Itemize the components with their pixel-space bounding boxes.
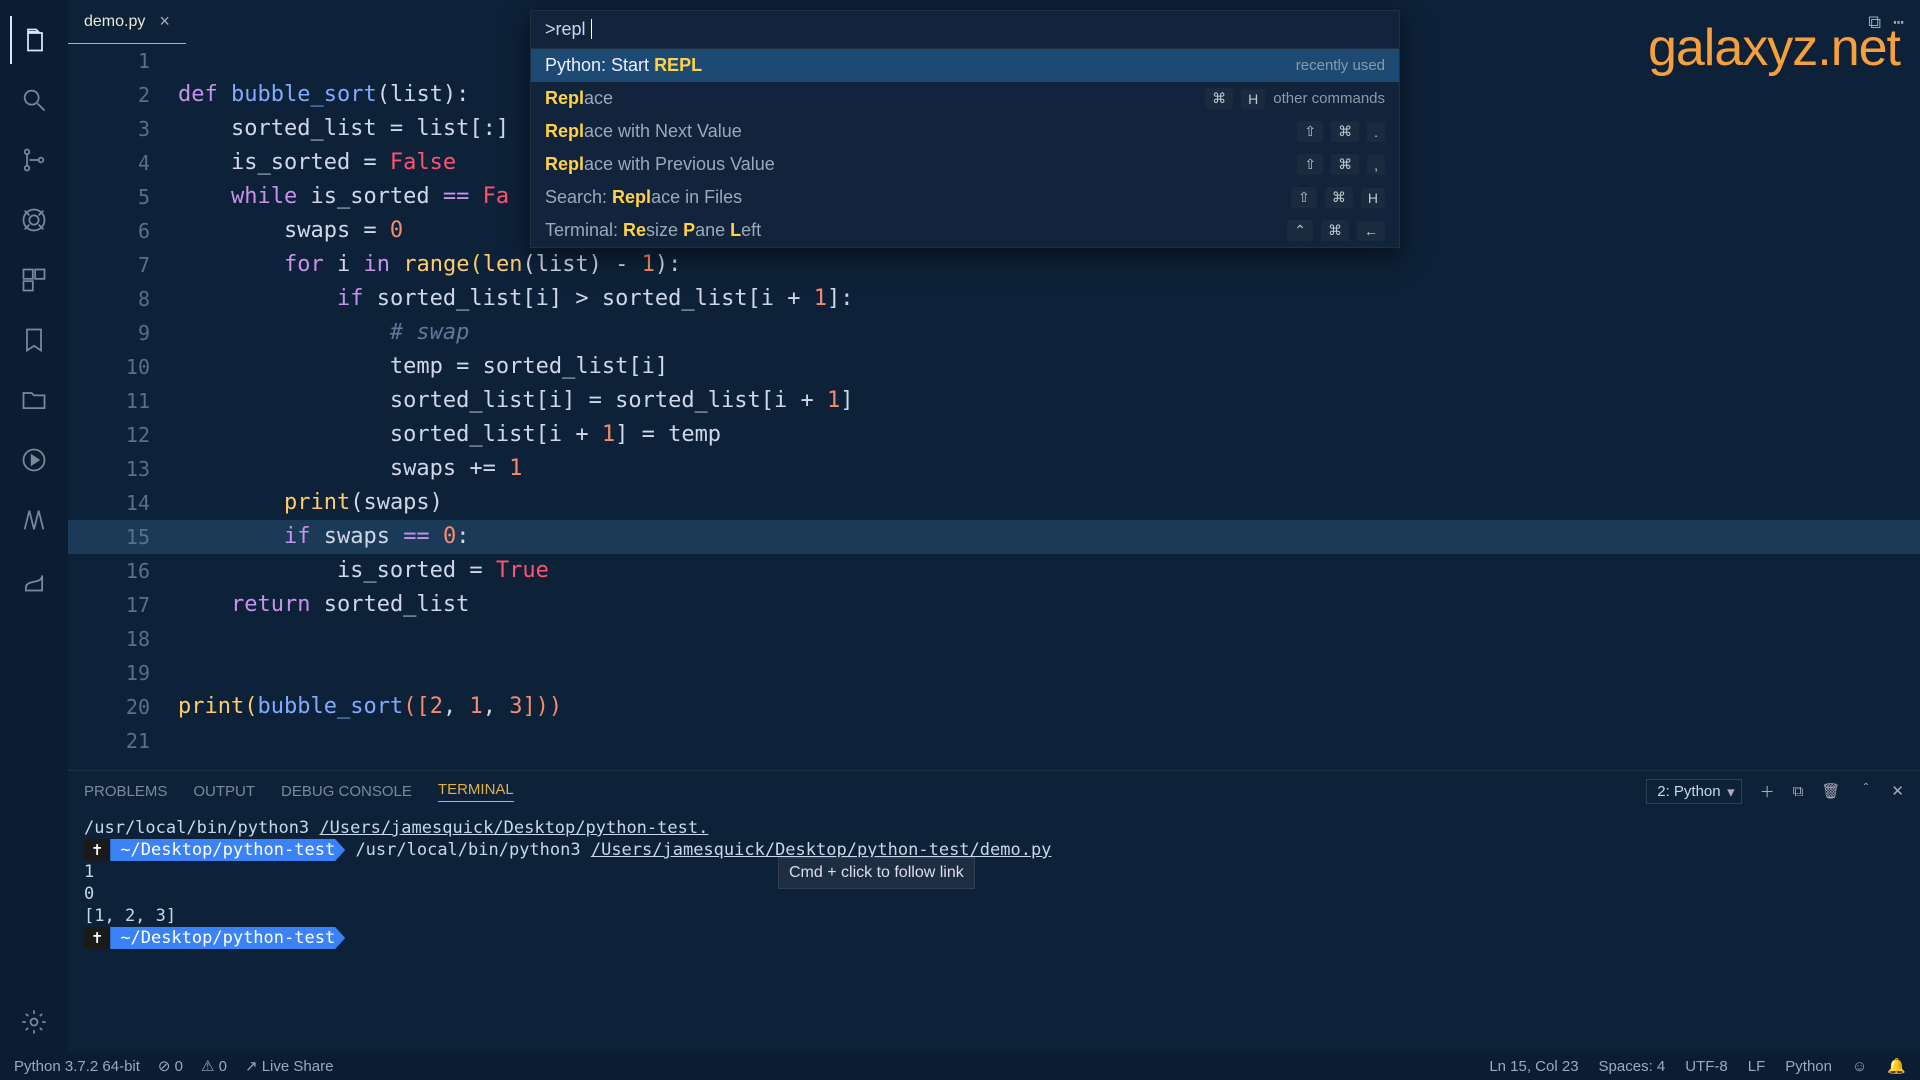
prompt-path: ~/Desktop/python-test [110, 839, 345, 861]
maximize-panel-icon[interactable]: ＾ [1858, 781, 1873, 802]
palette-item[interactable]: Replace with Previous Value ⇧⌘, [531, 148, 1399, 181]
status-eol[interactable]: LF [1748, 1058, 1766, 1075]
prompt-symbol: ✝ [84, 839, 110, 861]
link-tooltip: Cmd + click to follow link [778, 857, 975, 889]
command-palette-input[interactable]: >repl [531, 11, 1399, 49]
search-icon[interactable] [10, 76, 58, 124]
tab-debug-console[interactable]: DEBUG CONSOLE [281, 783, 412, 800]
tab-label: demo.py [84, 13, 145, 31]
status-bar: Python 3.7.2 64-bit ⊘ 0 ⚠ 0 ↗ Live Share… [0, 1052, 1920, 1080]
status-ln-col[interactable]: Ln 15, Col 23 [1489, 1058, 1578, 1075]
status-warnings[interactable]: ⚠ 0 [201, 1057, 227, 1075]
status-liveshare[interactable]: ↗ Live Share [245, 1057, 333, 1075]
extensions-icon[interactable] [10, 256, 58, 304]
status-errors[interactable]: ⊘ 0 [158, 1057, 183, 1075]
panel: PROBLEMS OUTPUT DEBUG CONSOLE TERMINAL 2… [68, 770, 1920, 1052]
watermark-text: galaxyz.net [1648, 18, 1900, 78]
close-panel-icon[interactable]: ✕ [1891, 782, 1904, 800]
run-icon[interactable] [10, 436, 58, 484]
terminal-selector[interactable]: 2: Python [1646, 779, 1741, 804]
tab-terminal[interactable]: TERMINAL [438, 781, 514, 802]
palette-item[interactable]: Python: Start REPL recently used [531, 49, 1399, 82]
command-palette: >repl Python: Start REPL recently used R… [530, 10, 1400, 248]
palette-item[interactable]: Replace with Next Value ⇧⌘. [531, 115, 1399, 148]
line-number: 1 [68, 44, 178, 78]
explorer-icon[interactable] [10, 16, 58, 64]
misc-icon-1[interactable] [10, 496, 58, 544]
tab-demo-py[interactable]: demo.py × [68, 0, 186, 44]
split-terminal-icon[interactable]: ⧉ [1793, 783, 1804, 800]
feedback-icon[interactable]: ☺ [1852, 1058, 1867, 1075]
kill-terminal-icon[interactable]: 🗑 [1821, 782, 1840, 800]
terminal-content[interactable]: /usr/local/bin/python3 /Users/jamesquick… [68, 811, 1920, 955]
status-language[interactable]: Python [1785, 1058, 1832, 1075]
activity-bar [0, 0, 68, 1052]
bell-icon[interactable]: 🔔 [1887, 1057, 1906, 1075]
status-encoding[interactable]: UTF-8 [1685, 1058, 1728, 1075]
debug-icon[interactable] [10, 196, 58, 244]
gear-icon[interactable] [10, 998, 58, 1046]
palette-item[interactable]: Search: Replace in Files ⇧⌘H [531, 181, 1399, 214]
tab-output[interactable]: OUTPUT [193, 783, 255, 800]
panel-tabs: PROBLEMS OUTPUT DEBUG CONSOLE TERMINAL 2… [68, 771, 1920, 811]
tab-problems[interactable]: PROBLEMS [84, 783, 167, 800]
status-python[interactable]: Python 3.7.2 64-bit [14, 1058, 140, 1075]
close-icon[interactable]: × [159, 11, 170, 32]
new-terminal-icon[interactable]: ＋ [1760, 781, 1775, 802]
misc-icon-2[interactable] [10, 556, 58, 604]
folder-icon[interactable] [10, 376, 58, 424]
bookmark-icon[interactable] [10, 316, 58, 364]
palette-item[interactable]: Terminal: Resize Pane Left ⌃⌘← [531, 214, 1399, 247]
source-control-icon[interactable] [10, 136, 58, 184]
status-spaces[interactable]: Spaces: 4 [1599, 1058, 1666, 1075]
palette-item[interactable]: Replace ⌘Hother commands [531, 82, 1399, 115]
